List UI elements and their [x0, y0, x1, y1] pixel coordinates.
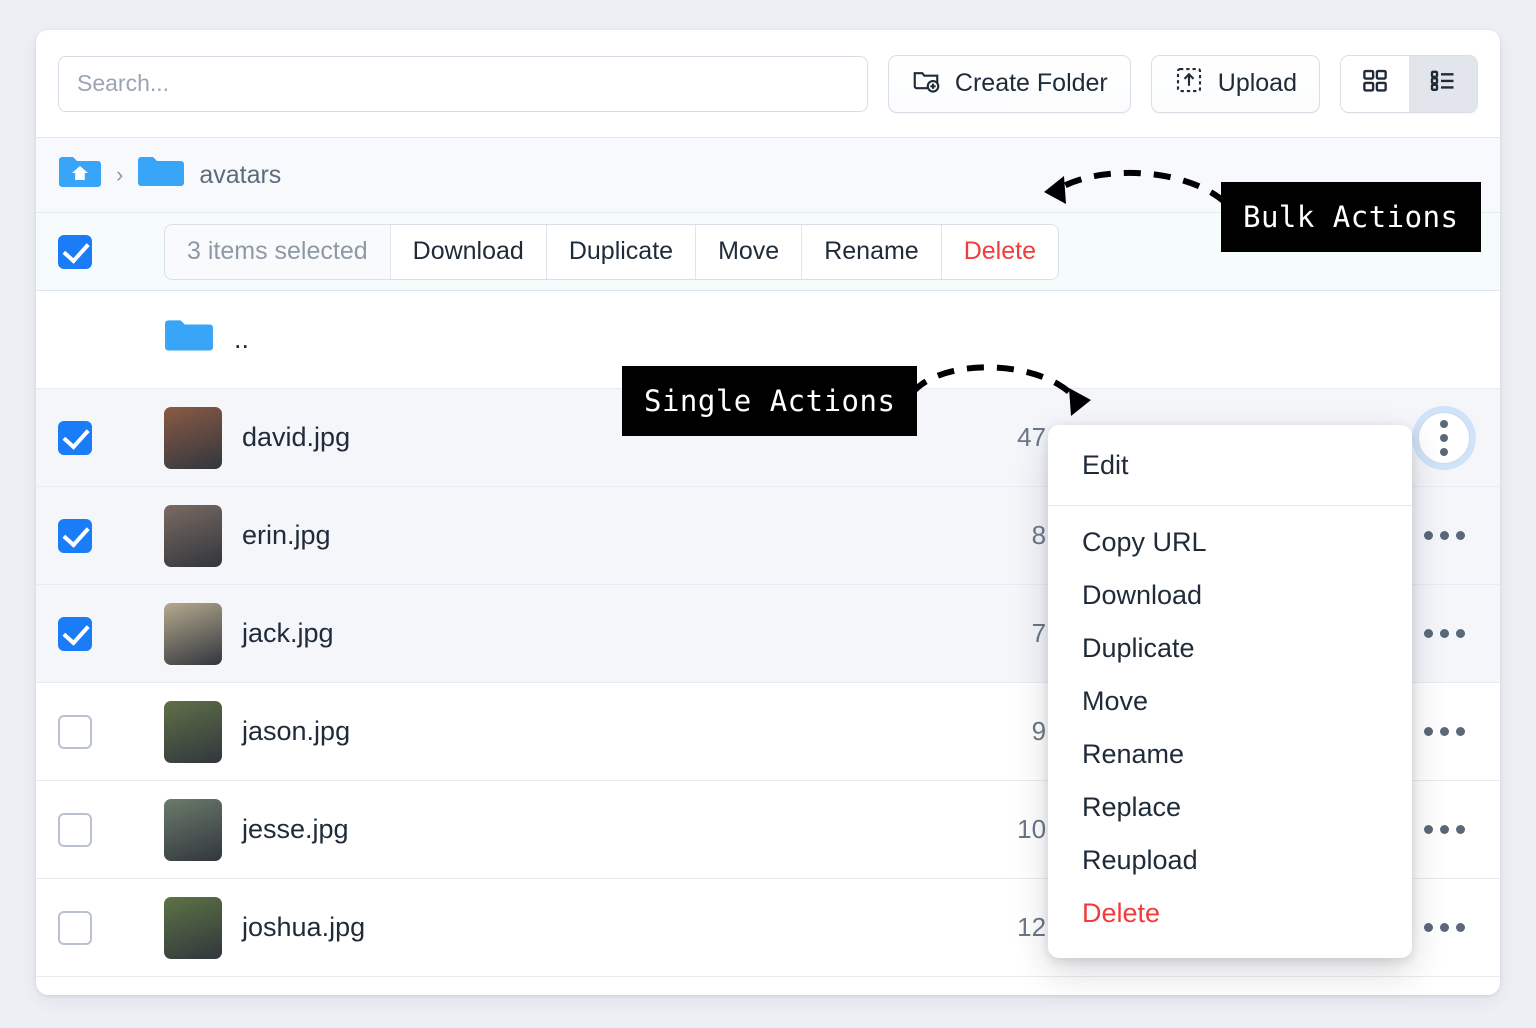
folder-icon — [137, 154, 185, 197]
bulk-move-button[interactable]: Move — [696, 225, 802, 279]
create-folder-button[interactable]: Create Folder — [888, 55, 1131, 113]
folder-plus-icon — [911, 65, 941, 102]
row-menu-button[interactable] — [1424, 531, 1465, 540]
file-thumbnail — [164, 799, 222, 861]
upload-label: Upload — [1218, 69, 1297, 98]
context-menu-item-replace[interactable]: Replace — [1048, 781, 1412, 834]
row-checkbox[interactable] — [58, 617, 92, 651]
row-menu-button-active[interactable] — [1418, 412, 1470, 464]
row-menu-button[interactable] — [1424, 629, 1465, 638]
row-menu-button[interactable] — [1424, 825, 1465, 834]
annotation-bulk-actions: Bulk Actions — [1221, 182, 1481, 252]
file-manager-card: Create Folder Upload — [36, 30, 1500, 995]
parent-folder-label: .. — [234, 324, 878, 355]
row-checkbox-cell — [58, 813, 164, 847]
context-menu-divider — [1048, 505, 1412, 506]
context-menu-item-delete[interactable]: Delete — [1048, 887, 1412, 940]
row-checkbox[interactable] — [58, 519, 92, 553]
list-view-icon — [1428, 66, 1458, 101]
bulk-delete-button[interactable]: Delete — [942, 225, 1058, 279]
toolbar: Create Folder Upload — [36, 30, 1500, 138]
context-menu-item-duplicate[interactable]: Duplicate — [1048, 622, 1412, 675]
grid-view-icon — [1360, 66, 1390, 101]
file-name: jesse.jpg — [242, 814, 878, 845]
upload-icon — [1174, 65, 1204, 102]
file-name: erin.jpg — [242, 520, 878, 551]
row-checkbox-cell — [58, 911, 164, 945]
row-checkbox[interactable] — [58, 911, 92, 945]
folder-icon — [164, 317, 214, 362]
breadcrumb-current-label: avatars — [199, 161, 281, 190]
file-thumbnail — [164, 407, 222, 469]
upload-button[interactable]: Upload — [1151, 55, 1320, 113]
file-name: jason.jpg — [242, 716, 878, 747]
bulk-duplicate-button[interactable]: Duplicate — [547, 225, 696, 279]
view-toggle — [1340, 55, 1478, 113]
file-thumbnail — [164, 701, 222, 763]
file-thumbnail — [164, 603, 222, 665]
row-context-menu: Edit Copy URLDownloadDuplicateMoveRename… — [1048, 425, 1412, 958]
row-menu-button[interactable] — [1424, 923, 1465, 932]
select-all-cell — [58, 235, 164, 269]
file-thumbnail — [164, 505, 222, 567]
row-checkbox-cell — [58, 617, 164, 651]
file-name: joshua.jpg — [242, 912, 878, 943]
select-all-checkbox[interactable] — [58, 235, 92, 269]
bulk-action-group: 3 items selected Download Duplicate Move… — [164, 224, 1059, 280]
breadcrumb-home[interactable] — [58, 154, 102, 197]
row-checkbox-cell — [58, 421, 164, 455]
context-menu-item-copy-url[interactable]: Copy URL — [1048, 516, 1412, 569]
context-menu-item-download[interactable]: Download — [1048, 569, 1412, 622]
grid-view-button[interactable] — [1341, 56, 1409, 112]
file-thumbnail — [164, 897, 222, 959]
file-name: jack.jpg — [242, 618, 878, 649]
search-input[interactable] — [58, 56, 868, 112]
bulk-download-button[interactable]: Download — [391, 225, 547, 279]
breadcrumb-current[interactable]: avatars — [137, 154, 281, 197]
row-checkbox[interactable] — [58, 813, 92, 847]
row-checkbox[interactable] — [58, 715, 92, 749]
row-checkbox-cell — [58, 715, 164, 749]
context-menu-item-reupload[interactable]: Reupload — [1048, 834, 1412, 887]
context-menu-item-edit[interactable]: Edit — [1048, 439, 1412, 492]
list-view-button[interactable] — [1409, 56, 1477, 112]
create-folder-label: Create Folder — [955, 69, 1108, 98]
row-checkbox-cell — [58, 519, 164, 553]
context-menu-item-move[interactable]: Move — [1048, 675, 1412, 728]
breadcrumb-separator: › — [116, 162, 123, 188]
bulk-rename-button[interactable]: Rename — [802, 225, 942, 279]
home-folder-icon — [58, 154, 102, 197]
row-checkbox[interactable] — [58, 421, 92, 455]
annotation-single-actions: Single Actions — [622, 366, 917, 436]
context-menu-item-rename[interactable]: Rename — [1048, 728, 1412, 781]
selection-count-label: 3 items selected — [165, 225, 391, 279]
row-menu-button[interactable] — [1424, 727, 1465, 736]
